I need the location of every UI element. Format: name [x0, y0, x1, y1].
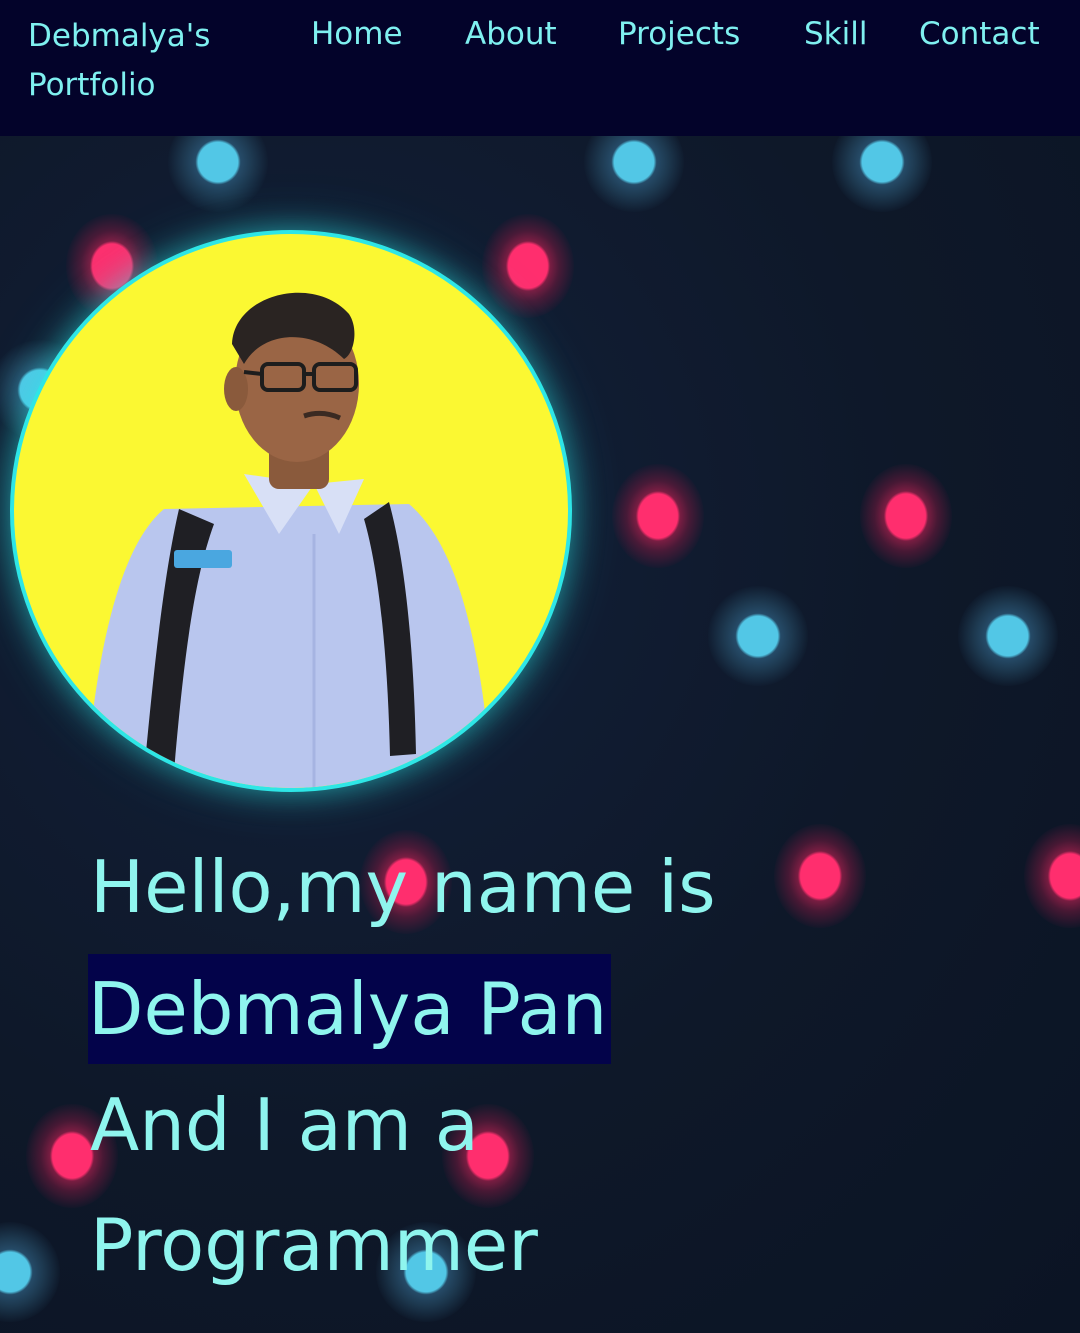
background-dot [0, 1222, 60, 1322]
nav-about-link[interactable]: About [465, 12, 557, 57]
background-dot [1024, 824, 1080, 928]
profile-photo-icon [92, 292, 494, 788]
nav-skill-link[interactable]: Skill [804, 12, 867, 57]
background-dot [860, 464, 952, 568]
hero-greeting: Hello,my name is [90, 845, 716, 929]
nav-projects-link[interactable]: Projects [618, 12, 740, 57]
hero-section: Hello,my name is Debmalya Pan And I am a… [88, 842, 716, 1290]
brand-title[interactable]: Debmalya's Portfolio [28, 12, 258, 110]
profile-avatar [10, 230, 572, 792]
portfolio-page: Debmalya's Portfolio Home About Projects… [0, 0, 1080, 1333]
nav-contact-link[interactable]: Contact [919, 12, 1040, 57]
background-dot [708, 586, 808, 686]
background-dot [774, 824, 866, 928]
navbar: Debmalya's Portfolio Home About Projects… [0, 0, 1080, 136]
background-dot [612, 464, 704, 568]
hero-role-prefix: And I am a [90, 1083, 479, 1167]
nav-home-link[interactable]: Home [311, 12, 403, 57]
hero-name: Debmalya Pan [88, 954, 612, 1064]
background-dot [958, 586, 1058, 686]
hero-role: Programmer [90, 1203, 538, 1287]
